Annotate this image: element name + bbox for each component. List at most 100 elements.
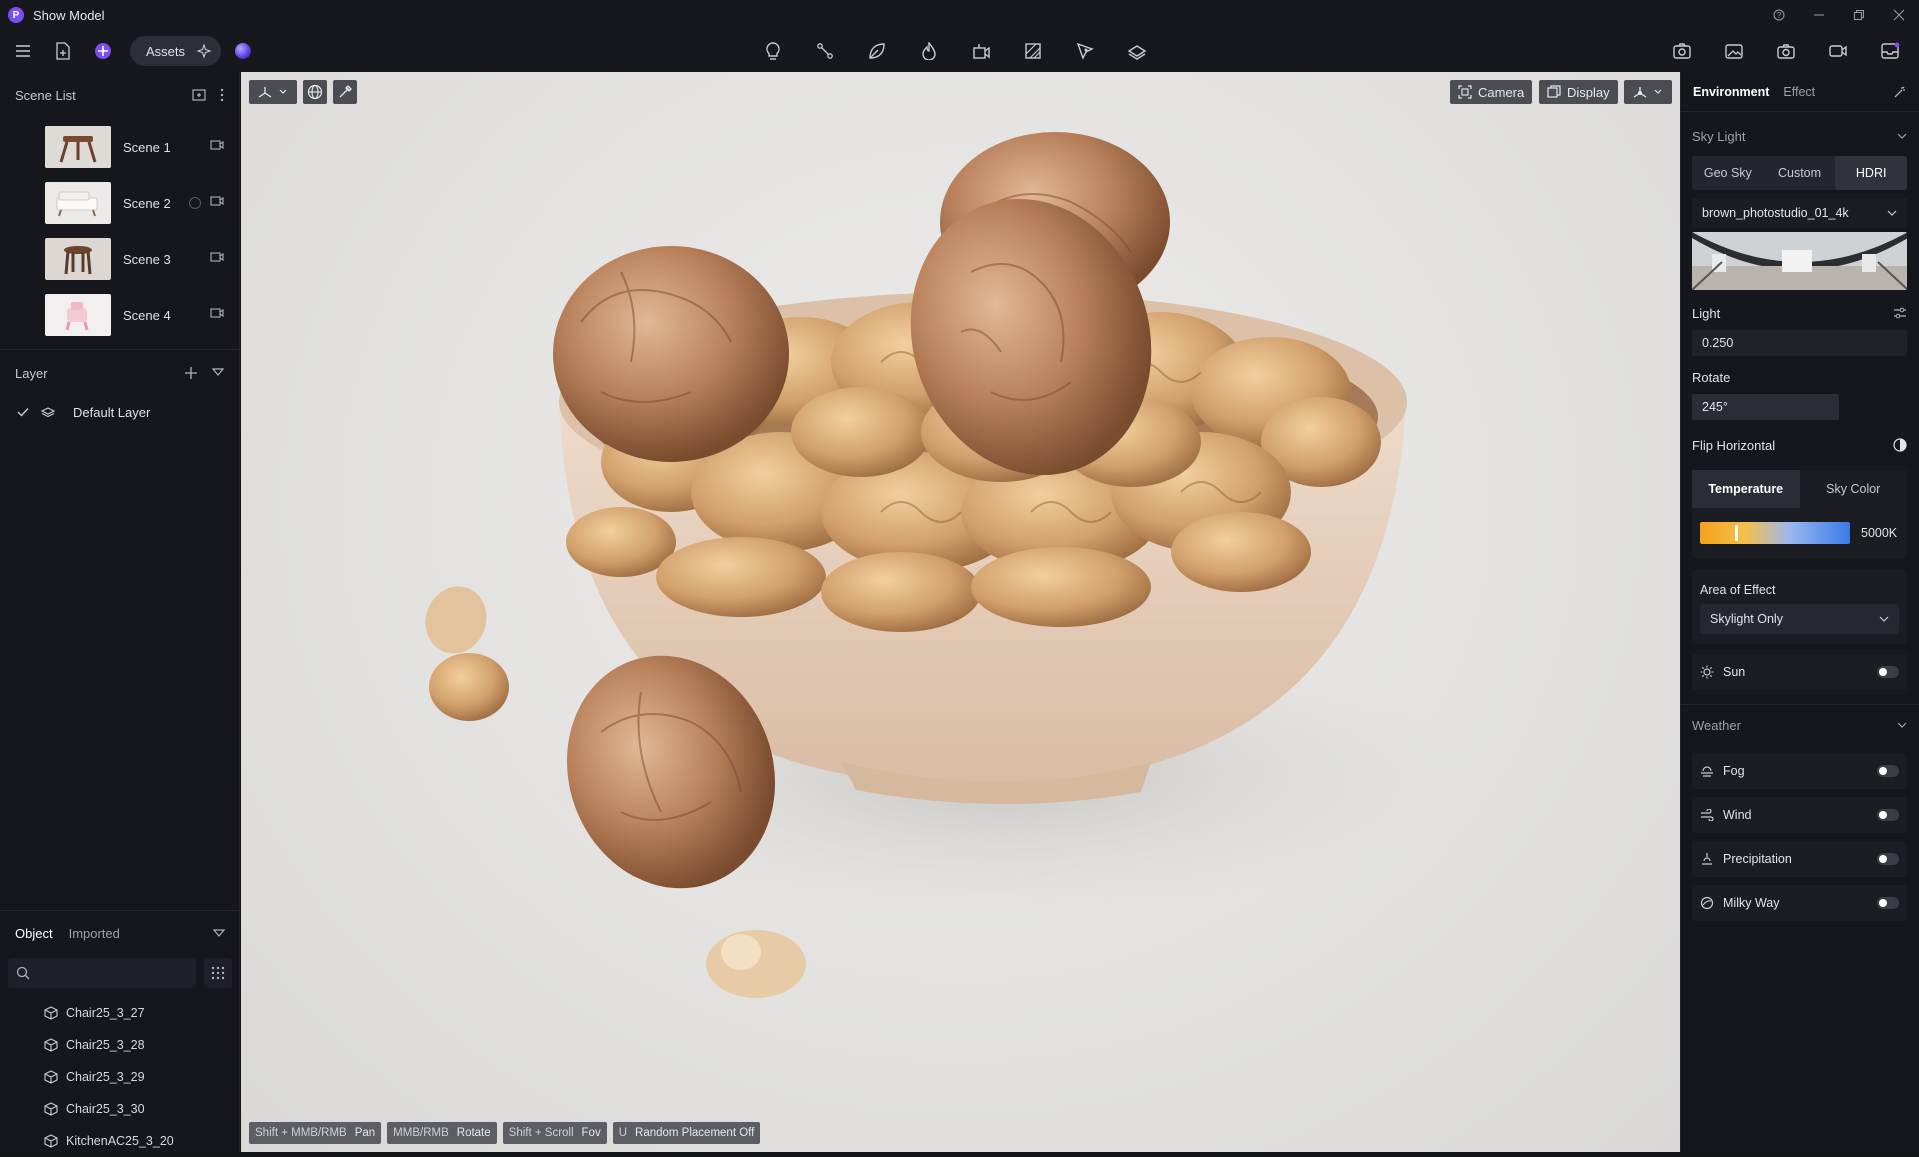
scene-label: Scene 4 (123, 307, 171, 323)
assets-button[interactable]: Assets (130, 36, 222, 66)
viewport[interactable]: Camera Display Shift + MMB/RMB Pan MMB/RM… (241, 72, 1680, 1152)
tab-temperature[interactable]: Temperature (1692, 470, 1800, 508)
display-button[interactable]: Display (1539, 80, 1618, 104)
mode-custom[interactable]: Custom (1764, 156, 1836, 190)
list-item[interactable]: Chair25_3_29 (0, 1061, 240, 1093)
material-orb-icon[interactable] (235, 43, 252, 59)
chevron-down-icon (1887, 210, 1897, 216)
minimize-button[interactable] (1799, 0, 1839, 30)
leaf-icon[interactable] (864, 38, 890, 64)
object-label: KitchenAC25_3_20 (66, 1134, 174, 1148)
camera-icon[interactable] (1773, 38, 1799, 64)
image-export-icon[interactable] (1721, 38, 1747, 64)
sun-toggle[interactable] (1877, 666, 1899, 678)
scene-item[interactable]: Scene 3 (0, 231, 239, 287)
scene-item[interactable]: Scene 2 (0, 175, 239, 231)
new-file-icon[interactable] (50, 38, 76, 64)
sun-row: Sun (1692, 654, 1907, 690)
snap-button[interactable] (1624, 80, 1672, 104)
temperature-slider[interactable] (1700, 522, 1850, 544)
fog-icon (1700, 765, 1714, 777)
pen-tool-icon[interactable] (1072, 38, 1098, 64)
grid-view-button[interactable] (204, 958, 232, 988)
video-icon[interactable] (1825, 38, 1851, 64)
sky-light-header[interactable]: Sky Light (1681, 116, 1919, 156)
sparkle-icon[interactable] (197, 44, 212, 58)
cube-icon (44, 1102, 58, 1116)
scene-item[interactable]: Scene 1 (0, 119, 239, 175)
magic-wand-icon[interactable] (1893, 85, 1907, 99)
scene-status-icon (189, 197, 201, 209)
light-label: Light (1692, 305, 1721, 321)
list-item[interactable]: Chair25_3_27 (0, 997, 240, 1029)
layer-stack-icon (41, 406, 55, 418)
layer-item[interactable]: Default Layer (0, 396, 239, 428)
menu-icon[interactable] (10, 38, 36, 64)
list-item[interactable]: Chair25_3_30 (0, 1093, 240, 1125)
weather-header[interactable]: Weather (1681, 705, 1919, 745)
flip-toggle-icon[interactable] (1893, 438, 1907, 452)
scene-camera-icon[interactable] (210, 308, 224, 318)
hint-rotate: MMB/RMB Rotate (387, 1122, 497, 1144)
path-nodes-icon[interactable] (812, 38, 838, 64)
wind-toggle[interactable] (1877, 809, 1899, 821)
section-icon[interactable] (1020, 38, 1046, 64)
mode-geo-sky[interactable]: Geo Sky (1692, 156, 1764, 190)
milky-way-label: Milky Way (1723, 896, 1780, 910)
light-intensity-input[interactable]: 0.250 (1692, 330, 1907, 356)
sliders-icon[interactable] (1893, 307, 1907, 319)
picker-button[interactable] (333, 80, 357, 104)
lightbulb-icon[interactable] (760, 38, 786, 64)
main-toolbar: Assets (0, 30, 1919, 72)
temperature-slider-handle[interactable] (1734, 525, 1738, 541)
snap-icon (1632, 85, 1648, 99)
more-options-icon[interactable] (220, 88, 224, 102)
mode-hdri[interactable]: HDRI (1835, 156, 1908, 190)
area-of-effect-select[interactable]: Skylight Only (1700, 604, 1899, 634)
ai-plus-icon[interactable] (90, 38, 116, 64)
flame-icon[interactable] (916, 38, 942, 64)
tab-imported[interactable]: Imported (69, 926, 120, 941)
tab-environment[interactable]: Environment (1693, 85, 1769, 99)
filter-icon[interactable] (212, 366, 224, 380)
left-panel: Scene List Scene 1 Scene 2 Scene 3 Scene… (0, 72, 240, 1152)
inbox-icon[interactable] (1877, 38, 1903, 64)
milky-way-toggle[interactable] (1877, 897, 1899, 909)
tab-effect[interactable]: Effect (1783, 85, 1815, 99)
assets-label: Assets (146, 43, 186, 59)
filter-icon[interactable] (213, 927, 225, 939)
scene-camera-icon[interactable] (210, 140, 224, 150)
tab-sky-color[interactable]: Sky Color (1800, 470, 1908, 508)
window-title: Show Model (33, 7, 105, 23)
hint-key: Shift + MMB/RMB (255, 1127, 347, 1139)
list-item[interactable]: Chair25_3_28 (0, 1029, 240, 1061)
export-box-icon[interactable] (968, 38, 994, 64)
hdri-select[interactable]: brown_photostudio_01_4k (1692, 198, 1907, 228)
globe-button[interactable] (303, 80, 327, 104)
help-icon[interactable]: ? (1759, 0, 1799, 30)
precipitation-toggle[interactable] (1877, 853, 1899, 865)
scene-item[interactable]: Scene 4 (0, 287, 239, 343)
add-scene-icon[interactable] (192, 88, 206, 102)
check-icon[interactable] (17, 407, 29, 417)
milky-way-row: Milky Way (1692, 885, 1907, 921)
object-label: Chair25_3_28 (66, 1038, 145, 1052)
scene-camera-icon[interactable] (210, 196, 224, 206)
tab-object[interactable]: Object (15, 926, 53, 941)
scene-label: Scene 2 (123, 195, 171, 211)
transform-mode-button[interactable] (249, 80, 297, 104)
wind-label: Wind (1723, 808, 1752, 822)
flip-label: Flip Horizontal (1692, 437, 1776, 453)
camera-label: Camera (1478, 84, 1525, 100)
rotate-input[interactable]: 245° (1692, 394, 1839, 420)
camera-button[interactable]: Camera (1450, 80, 1533, 104)
render-camera-icon[interactable] (1669, 38, 1695, 64)
add-layer-icon[interactable] (184, 366, 198, 380)
restore-button[interactable] (1839, 0, 1879, 30)
scene-camera-icon[interactable] (210, 252, 224, 262)
list-item[interactable]: KitchenAC25_3_20 (0, 1125, 240, 1157)
fog-toggle[interactable] (1877, 765, 1899, 777)
object-search-input[interactable] (8, 958, 196, 988)
close-button[interactable] (1879, 0, 1919, 30)
layers-stack-icon[interactable] (1124, 38, 1150, 64)
